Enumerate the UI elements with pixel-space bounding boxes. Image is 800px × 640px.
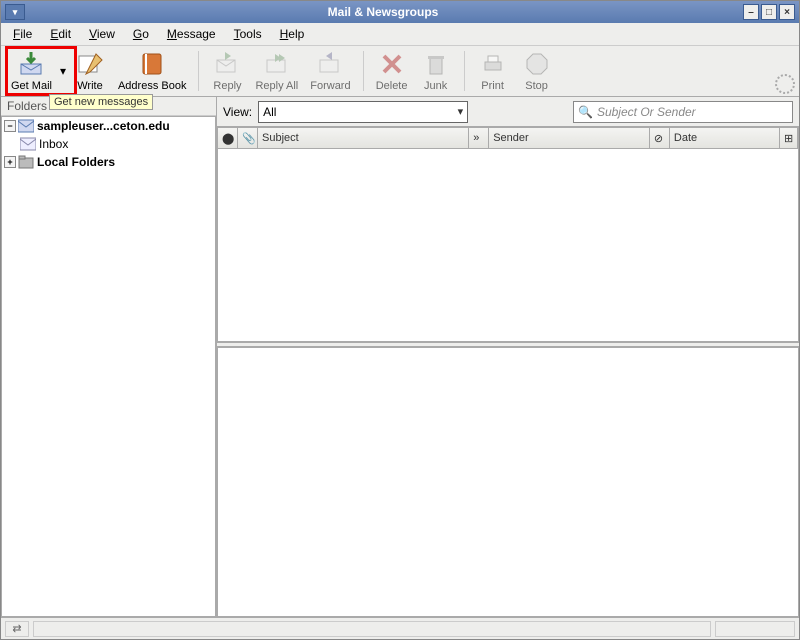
reply-all-icon — [263, 50, 291, 78]
account-row[interactable]: − sampleuser...ceton.edu — [2, 117, 215, 135]
inbox-row[interactable]: Inbox — [2, 135, 215, 153]
local-folders-icon — [18, 155, 34, 169]
print-icon — [479, 50, 507, 78]
forward-label: Forward — [310, 80, 350, 92]
toolbar: Get Mail ▾ Get new messages Write Addres… — [1, 46, 799, 97]
delete-icon — [378, 50, 406, 78]
chevron-icon: » — [473, 132, 479, 144]
menu-message[interactable]: Message — [159, 25, 224, 43]
write-icon — [76, 50, 104, 78]
forward-icon — [316, 50, 344, 78]
print-label: Print — [481, 80, 504, 92]
delete-button[interactable]: Delete — [370, 48, 414, 94]
local-folders-row[interactable]: + Local Folders — [2, 153, 215, 171]
stop-button[interactable]: Stop — [515, 48, 559, 94]
message-preview — [217, 347, 799, 617]
address-book-icon — [138, 50, 166, 78]
message-list-header: ⬤ 📎 Subject » Sender ⊘ Date ⊞ — [217, 127, 799, 149]
reply-button[interactable]: Reply — [205, 48, 249, 94]
menu-tools[interactable]: Tools — [226, 25, 270, 43]
status-text — [33, 621, 711, 637]
reply-icon — [213, 50, 241, 78]
statusbar: ⇄ — [1, 617, 799, 639]
get-mail-label: Get Mail — [11, 80, 52, 92]
thread-icon: ⬤ — [222, 132, 234, 145]
window-menu-icon[interactable]: ▾ — [5, 4, 25, 20]
menu-go[interactable]: Go — [125, 25, 157, 43]
address-book-button[interactable]: Address Book — [112, 48, 192, 94]
view-value: All — [263, 105, 276, 119]
col-sender[interactable]: Sender — [489, 128, 650, 148]
view-label: View: — [223, 105, 252, 119]
menu-edit[interactable]: Edit — [42, 25, 79, 43]
minimize-button[interactable]: – — [743, 4, 759, 20]
junk-button[interactable]: Junk — [414, 48, 458, 94]
menu-view[interactable]: View — [81, 25, 123, 43]
columns-icon: ⊞ — [784, 132, 793, 145]
mail-account-icon — [18, 119, 34, 133]
tooltip: Get new messages — [49, 94, 153, 110]
address-book-label: Address Book — [118, 80, 186, 92]
col-picker[interactable]: ⊞ — [780, 128, 798, 148]
write-button[interactable]: Write — [68, 48, 112, 94]
reply-label: Reply — [213, 80, 241, 92]
search-input[interactable]: 🔍 Subject Or Sender — [573, 101, 793, 123]
junk-col-icon: ⊘ — [654, 132, 663, 145]
folder-tree[interactable]: − sampleuser...ceton.edu Inbox + Local F… — [1, 116, 216, 617]
collapse-icon[interactable]: − — [4, 120, 16, 132]
reply-all-button[interactable]: Reply All — [249, 48, 304, 94]
toolbar-separator — [198, 51, 199, 91]
expand-icon[interactable]: + — [4, 156, 16, 168]
maximize-button[interactable]: □ — [761, 4, 777, 20]
reply-all-label: Reply All — [255, 80, 298, 92]
titlebar: ▾ Mail & Newsgroups – □ × — [1, 1, 799, 23]
search-icon: 🔍 — [578, 105, 593, 119]
account-label: sampleuser...ceton.edu — [37, 119, 170, 133]
status-online-icon[interactable]: ⇄ — [5, 621, 29, 637]
col-thread[interactable]: ⬤ — [218, 128, 238, 148]
print-button[interactable]: Print — [471, 48, 515, 94]
main-pane: View: All 🔍 Subject Or Sender ⬤ 📎 Subjec… — [217, 97, 799, 617]
inbox-icon — [20, 137, 36, 151]
get-mail-icon — [17, 50, 45, 78]
window-title: Mail & Newsgroups — [25, 5, 741, 19]
get-mail-button[interactable]: Get Mail — [5, 48, 58, 94]
col-subject[interactable]: Subject — [258, 128, 469, 148]
junk-icon — [422, 50, 450, 78]
view-select[interactable]: All — [258, 101, 468, 123]
search-placeholder: Subject Or Sender — [597, 105, 696, 119]
menu-help[interactable]: Help — [272, 25, 313, 43]
stop-icon — [523, 50, 551, 78]
toolbar-separator — [363, 51, 364, 91]
junk-label: Junk — [424, 80, 447, 92]
folders-pane: Folders − sampleuser...ceton.edu Inbox +… — [1, 97, 217, 617]
filter-bar: View: All 🔍 Subject Or Sender — [217, 97, 799, 127]
menu-file[interactable]: File — [5, 25, 40, 43]
toolbar-separator — [464, 51, 465, 91]
menubar: File Edit View Go Message Tools Help — [1, 23, 799, 46]
forward-button[interactable]: Forward — [304, 48, 356, 94]
inbox-label: Inbox — [39, 137, 68, 151]
col-read[interactable]: » — [469, 128, 489, 148]
attachment-icon: 📎 — [242, 132, 256, 145]
activity-spinner-icon — [775, 74, 795, 94]
col-junk[interactable]: ⊘ — [650, 128, 670, 148]
get-mail-dropdown[interactable]: ▾ — [58, 48, 68, 94]
close-button[interactable]: × — [779, 4, 795, 20]
stop-label: Stop — [525, 80, 548, 92]
write-label: Write — [77, 80, 102, 92]
local-folders-label: Local Folders — [37, 155, 115, 169]
col-attachment[interactable]: 📎 — [238, 128, 258, 148]
message-list[interactable] — [217, 149, 799, 342]
status-progress — [715, 621, 795, 637]
col-date[interactable]: Date — [670, 128, 780, 148]
delete-label: Delete — [376, 80, 408, 92]
